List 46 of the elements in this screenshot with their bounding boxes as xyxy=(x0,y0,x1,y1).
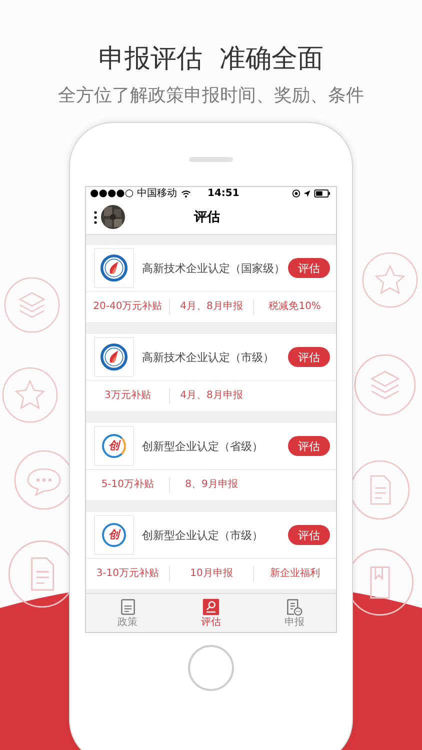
policy-title: 创新型企业认定（市级） xyxy=(142,528,264,542)
policy-title: 高新技术企业认定（市级） xyxy=(142,350,275,364)
evaluate-button[interactable]: 评估 xyxy=(288,258,330,278)
status-icons xyxy=(292,189,332,198)
layers-circle-icon xyxy=(4,277,60,333)
headline: 申报评估 准确全面 xyxy=(98,43,324,76)
policy-fact: 4月、8月申报 xyxy=(169,388,253,404)
tab[interactable]: 政策 xyxy=(86,594,170,632)
tab[interactable]: 申报 xyxy=(252,594,336,632)
clock-text: 14:51 xyxy=(206,188,240,199)
policy-card[interactable]: 高新技术企业认定（国家级） 评估 20-40万元补贴 4月、8月申报 税减免10% xyxy=(86,245,336,322)
tab[interactable]: 评估 xyxy=(169,594,253,632)
speaker-slot xyxy=(189,157,233,162)
policy-fact: 新企业福利 xyxy=(252,566,336,582)
logo-icon xyxy=(94,337,134,377)
policy-card[interactable]: 创 创新型企业认定（省级） 评估 5-10万补贴 8、9月申报 xyxy=(86,423,336,500)
evaluate-button[interactable]: 评估 xyxy=(288,347,330,367)
policy-fact: 8、9月申报 xyxy=(169,477,253,493)
screen-title: 评估 xyxy=(194,209,220,226)
star-circle-icon xyxy=(2,367,58,423)
policy-fact: 税减免10% xyxy=(252,299,336,315)
doc-circle-icon xyxy=(350,460,410,520)
policy-title: 创新型企业认定（省级） xyxy=(142,438,264,454)
policy-card[interactable]: 创 创新型企业认定（市级） 评估 3-10万元补贴 10月申报 新企业福利 xyxy=(86,512,336,589)
more-icon[interactable] xyxy=(94,210,97,224)
policy-fact: 4月、8月申报 xyxy=(169,299,253,315)
carrier-text: ●●●●○ 中国移动 xyxy=(90,188,177,200)
search-icon xyxy=(202,598,220,616)
policy-fact: 20-40万元补贴 xyxy=(92,300,164,314)
star-circle-icon xyxy=(362,252,418,308)
policy-title: 高新技术企业认定（国家级） xyxy=(142,260,286,276)
policy-fact: 5-10万补贴 xyxy=(100,478,156,492)
policy-fact: 3万元补贴 xyxy=(103,388,152,403)
policy-fact: 10月申报 xyxy=(169,566,253,582)
evaluate-button[interactable]: 评估 xyxy=(288,436,330,456)
wifi-icon xyxy=(180,190,191,198)
layers-circle-icon xyxy=(354,354,416,416)
subtitle: 全方位了解政策申报时间、奖励、条件 xyxy=(58,84,364,108)
policy-fact: 3-10万元补贴 xyxy=(95,566,160,581)
newspaper-icon xyxy=(118,598,137,616)
logo-icon xyxy=(94,248,134,288)
logo-icon: 创 xyxy=(94,515,134,555)
policy-card[interactable]: 高新技术企业认定（市级） 评估 3万元补贴 4月、8月申报 xyxy=(86,334,336,411)
evaluate-button[interactable]: 评估 xyxy=(288,525,330,545)
form-icon xyxy=(285,598,304,616)
logo-icon: 创 xyxy=(94,426,134,466)
